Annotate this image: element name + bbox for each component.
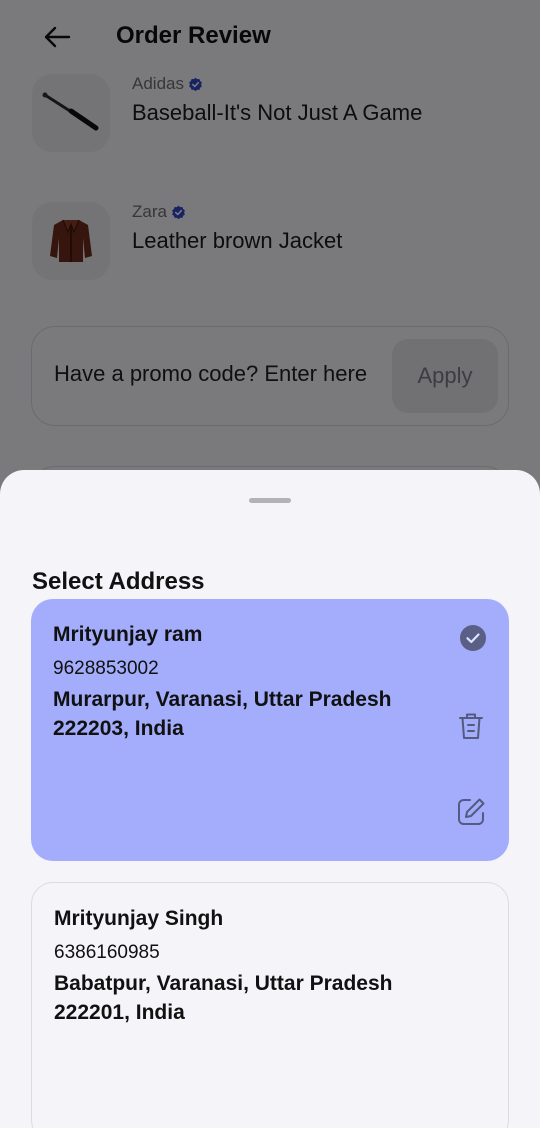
address-name: Mrityunjay ram	[53, 623, 203, 646]
edit-icon	[458, 798, 485, 825]
address-name: Mrityunjay Singh	[54, 907, 224, 930]
edit-address-button[interactable]	[453, 794, 489, 830]
drag-handle[interactable]	[249, 498, 291, 503]
address-card-selected[interactable]: Mrityunjay ram 9628853002 Murarpur, Vara…	[31, 599, 509, 861]
address-phone: 6386160985	[54, 942, 160, 963]
trash-icon	[459, 713, 483, 739]
address-text: Murarpur, Varanasi, Uttar Pradesh 222203…	[53, 688, 392, 740]
selected-check-button[interactable]	[458, 623, 488, 653]
address-card[interactable]: Mrityunjay Singh 6386160985 Babatpur, Va…	[31, 882, 509, 1128]
check-circle-icon	[460, 625, 486, 651]
sheet-title: Select Address	[32, 568, 205, 595]
delete-address-button[interactable]	[454, 709, 488, 743]
address-text: Babatpur, Varanasi, Uttar Pradesh 222201…	[54, 972, 393, 1024]
select-address-sheet: Select Address Mrityunjay ram 9628853002…	[0, 470, 540, 1128]
address-phone: 9628853002	[53, 658, 159, 679]
